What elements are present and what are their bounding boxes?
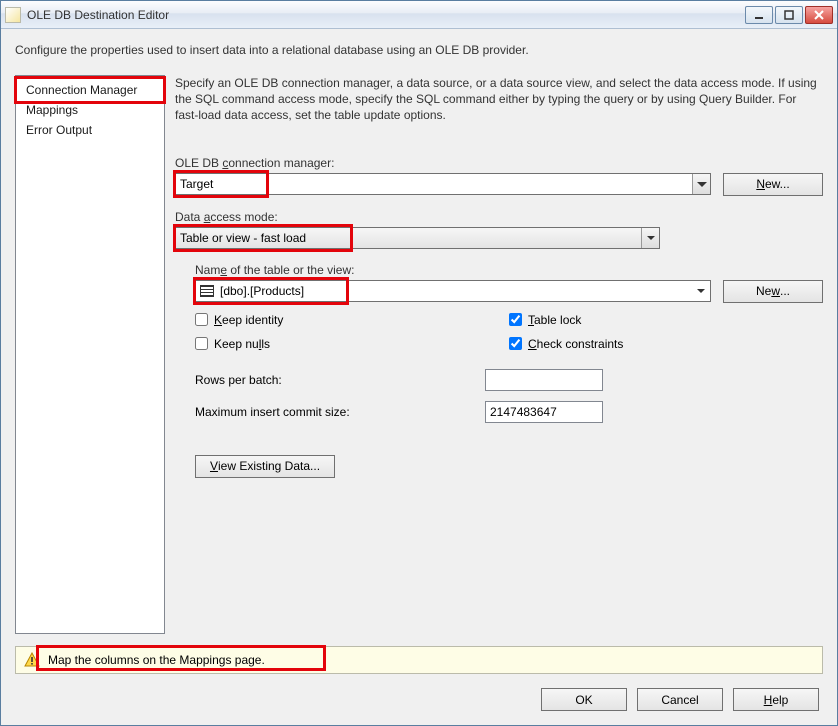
new-connection-button[interactable]: New...: [723, 173, 823, 196]
keep-identity-input[interactable]: [195, 313, 208, 326]
table-lock-checkbox[interactable]: Table lock: [509, 313, 823, 327]
dropdown-arrow-icon: [692, 174, 710, 194]
table-icon: [200, 285, 214, 297]
dialog-description: Configure the properties used to insert …: [15, 43, 823, 57]
max-commit-label: Maximum insert commit size:: [195, 405, 485, 419]
data-access-mode-dropdown[interactable]: Table or view - fast load: [175, 227, 660, 249]
data-access-mode-label: Data access mode:: [175, 210, 823, 224]
view-existing-data-button[interactable]: View Existing Data...: [195, 455, 335, 478]
connection-manager-label: OLE DB connection manager:: [175, 156, 823, 170]
rows-per-batch-label: Rows per batch:: [195, 373, 485, 387]
rows-per-batch-input[interactable]: [485, 369, 603, 391]
close-button[interactable]: [805, 6, 833, 24]
check-constraints-checkbox[interactable]: Check constraints: [509, 337, 823, 351]
minimize-button[interactable]: [745, 6, 773, 24]
instructions-text: Specify an OLE DB connection manager, a …: [175, 75, 823, 124]
sidebar: Connection Manager Mappings Error Output: [15, 75, 165, 634]
dropdown-arrow-icon: [641, 228, 659, 248]
help-button[interactable]: Help: [733, 688, 819, 711]
warning-text: Map the columns on the Mappings page.: [48, 653, 265, 667]
keep-identity-checkbox[interactable]: Keep identity: [195, 313, 509, 327]
check-constraints-input[interactable]: [509, 337, 522, 350]
keep-nulls-input[interactable]: [195, 337, 208, 350]
window-title: OLE DB Destination Editor: [27, 8, 745, 22]
max-commit-input[interactable]: [485, 401, 603, 423]
new-table-button[interactable]: New...: [723, 280, 823, 303]
warning-bar: Map the columns on the Mappings page.: [15, 646, 823, 674]
table-name-value: [dbo].[Products]: [220, 284, 304, 298]
dialog-buttons: OK Cancel Help: [15, 674, 823, 715]
app-icon: [5, 7, 21, 23]
titlebar: OLE DB Destination Editor: [1, 1, 837, 29]
warning-icon: [24, 652, 40, 668]
connection-manager-value: Target: [180, 177, 213, 191]
ok-button[interactable]: OK: [541, 688, 627, 711]
sidebar-item-connection-manager[interactable]: Connection Manager: [16, 80, 164, 100]
dialog-window: OLE DB Destination Editor Configure the …: [0, 0, 838, 726]
sidebar-item-mappings[interactable]: Mappings: [16, 100, 164, 120]
table-name-dropdown[interactable]: [dbo].[Products]: [195, 280, 711, 302]
cancel-button[interactable]: Cancel: [637, 688, 723, 711]
table-name-label: Name of the table or the view:: [195, 263, 823, 277]
sidebar-item-error-output[interactable]: Error Output: [16, 120, 164, 140]
maximize-button[interactable]: [775, 6, 803, 24]
content-pane: Specify an OLE DB connection manager, a …: [175, 75, 823, 634]
data-access-mode-value: Table or view - fast load: [180, 231, 306, 245]
keep-nulls-checkbox[interactable]: Keep nulls: [195, 337, 509, 351]
table-lock-input[interactable]: [509, 313, 522, 326]
dropdown-arrow-icon: [692, 281, 710, 301]
connection-manager-dropdown[interactable]: Target: [175, 173, 711, 195]
